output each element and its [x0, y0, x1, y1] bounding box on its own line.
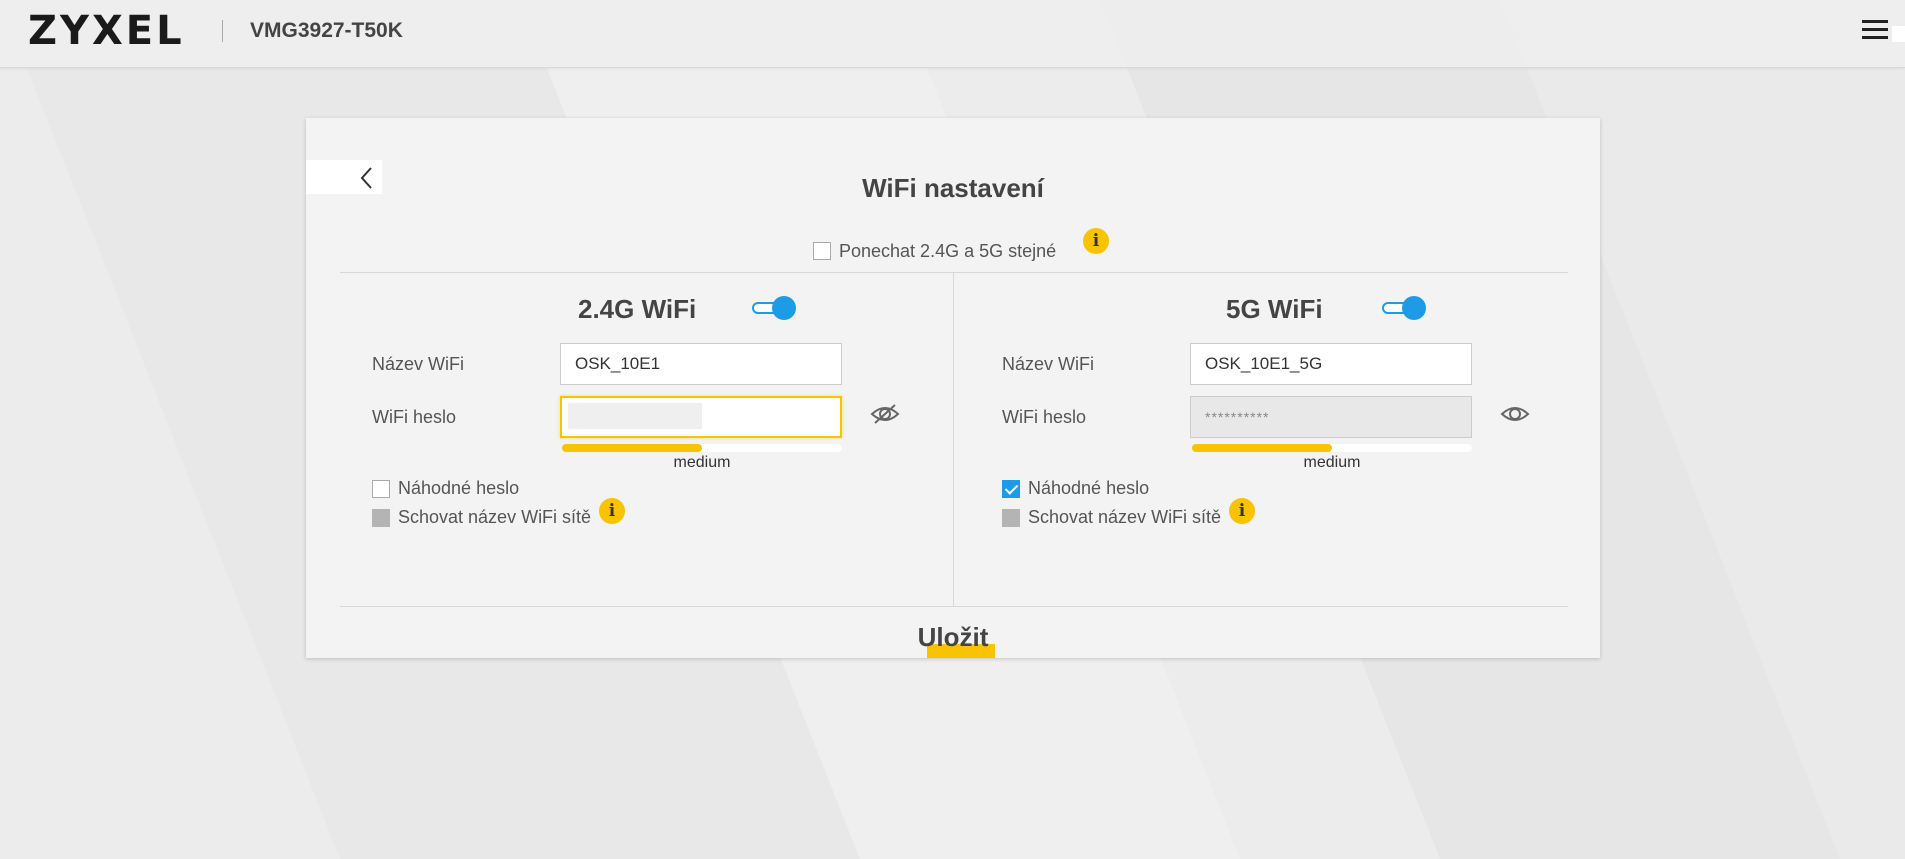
- wifi-5-random-password-checkbox[interactable]: [1002, 479, 1020, 498]
- wifi-5-panel: 5G WiFi Název WiFi OSK_10E1_5G WiFi hesl…: [970, 272, 1582, 606]
- save-button[interactable]: Uložit: [306, 622, 1600, 653]
- strength-fill: [1192, 444, 1332, 452]
- divider-vertical: [953, 272, 954, 606]
- eye-off-icon[interactable]: [870, 403, 900, 425]
- same-settings-row[interactable]: Ponechat 2.4G a 5G stejné: [813, 238, 1056, 264]
- wifi-5-strength-meter: [1192, 444, 1472, 452]
- wifi-5-password-label: WiFi heslo: [1002, 407, 1087, 427]
- wifi-5-random-password-row[interactable]: Náhodné heslo: [1002, 478, 1149, 499]
- wifi-5-hide-ssid-row: Schovat název WiFi sítě: [1002, 507, 1221, 528]
- wifi-24-random-password-checkbox[interactable]: [372, 479, 390, 498]
- header-divider: [222, 20, 223, 42]
- zyxel-logo: ZYXEL: [28, 8, 185, 54]
- wifi-5-toggle[interactable]: [1382, 296, 1426, 320]
- hamburger-icon[interactable]: [1862, 20, 1892, 46]
- wifi-24-name-input[interactable]: OSK_10E1: [560, 343, 842, 385]
- device-model: VMG3927-T50K: [250, 19, 403, 42]
- wifi-5-strength-label: medium: [1303, 454, 1361, 471]
- wifi-settings-card: WiFi nastavení Ponechat 2.4G a 5G stejné…: [306, 118, 1600, 658]
- page-title: WiFi nastavení: [862, 173, 1044, 203]
- wifi-24-password-input[interactable]: [560, 396, 842, 438]
- wifi-5-name-label: Název WiFi: [1002, 354, 1095, 374]
- wifi-24-hide-ssid-row: Schovat název WiFi sítě: [372, 507, 591, 528]
- wifi-24-random-password-row[interactable]: Náhodné heslo: [372, 478, 519, 499]
- wifi-5-name-input[interactable]: OSK_10E1_5G: [1190, 343, 1472, 385]
- wifi-24-strength-meter: [562, 444, 842, 452]
- wifi-24-strength-label: medium: [673, 454, 731, 471]
- wifi-24-panel: 2.4G WiFi Název WiFi OSK_10E1 WiFi heslo…: [340, 272, 952, 606]
- wifi-24-name-label: Název WiFi: [372, 354, 465, 374]
- menu-edge: [1892, 26, 1905, 42]
- wifi-5-random-password-label: Náhodné heslo: [1028, 478, 1150, 498]
- wifi-5-hide-ssid-checkbox: [1002, 508, 1020, 527]
- info-icon[interactable]: i: [1083, 228, 1109, 254]
- wifi-5-password-input[interactable]: **********: [1190, 396, 1472, 438]
- strength-fill: [562, 444, 702, 452]
- divider-bottom: [340, 606, 1568, 607]
- wifi-5-title: 5G WiFi: [1226, 294, 1323, 324]
- same-settings-checkbox[interactable]: [813, 242, 831, 260]
- eye-icon[interactable]: [1500, 403, 1530, 425]
- wifi-24-hide-ssid-checkbox: [372, 508, 390, 527]
- password-mask: [568, 403, 702, 429]
- info-icon[interactable]: i: [599, 498, 625, 524]
- same-settings-label: Ponechat 2.4G a 5G stejné: [839, 240, 1057, 261]
- wifi-24-title: 2.4G WiFi: [578, 294, 697, 324]
- top-header: ZYXEL VMG3927-T50K: [0, 0, 1905, 68]
- wifi-24-random-password-label: Náhodné heslo: [398, 478, 520, 498]
- wifi-5-hide-ssid-label: Schovat název WiFi sítě: [1028, 507, 1222, 527]
- wifi-24-hide-ssid-label: Schovat název WiFi sítě: [398, 507, 592, 527]
- wifi-24-password-label: WiFi heslo: [372, 407, 457, 427]
- info-icon[interactable]: i: [1229, 498, 1255, 524]
- wifi-24-toggle[interactable]: [752, 296, 796, 320]
